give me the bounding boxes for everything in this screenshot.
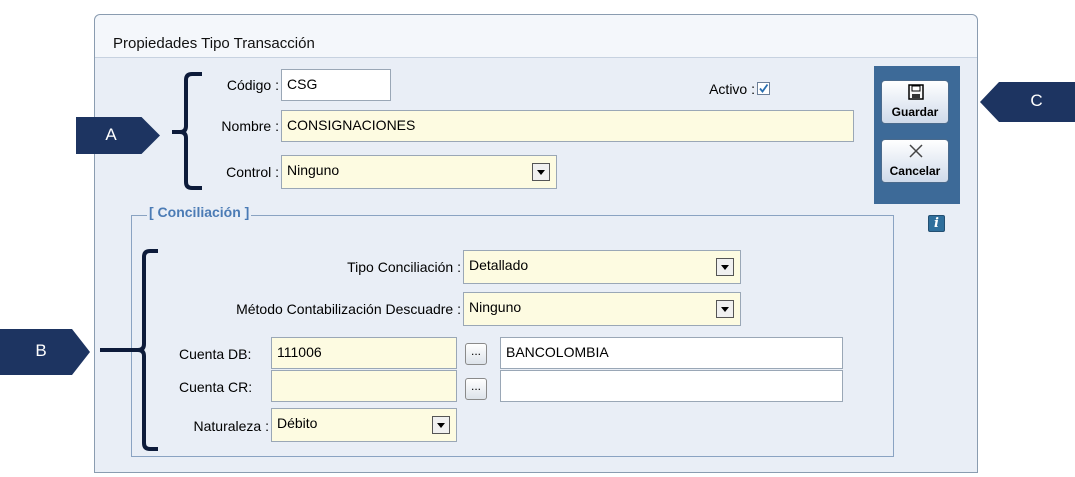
callout-c: C [980, 82, 1075, 122]
callout-b-label: B [35, 341, 47, 360]
bracket-a [172, 72, 202, 190]
callout-c-label: C [1030, 91, 1043, 110]
callout-a-label: A [105, 125, 117, 144]
annotation-overlay [100, 72, 202, 451]
callout-b: B [0, 329, 90, 375]
bracket-b [100, 249, 158, 451]
